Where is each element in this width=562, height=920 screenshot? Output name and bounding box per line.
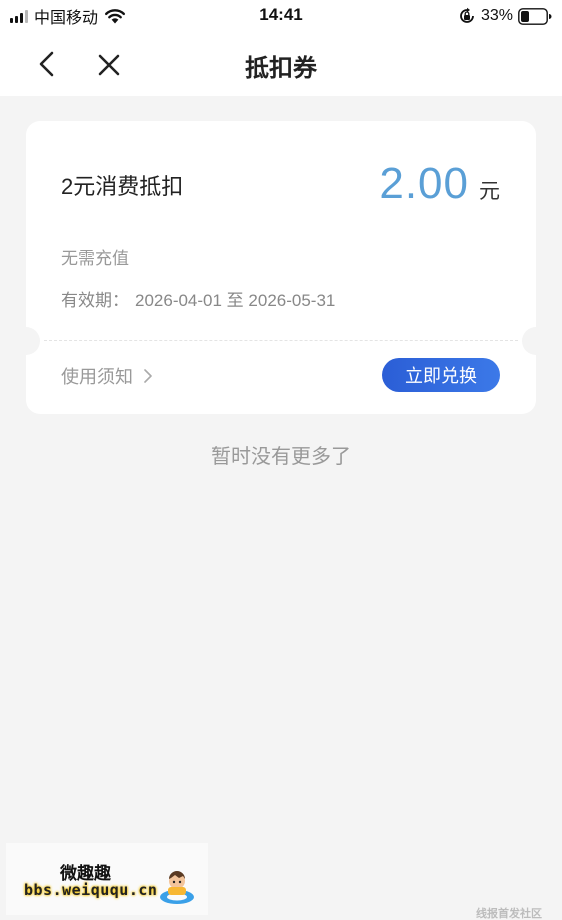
- redeem-button[interactable]: 立即兑换: [382, 358, 500, 392]
- chevron-right-icon: [144, 369, 152, 383]
- coupon-validity: 有效期： 2026-04-01 至 2026-05-31: [61, 286, 335, 311]
- usage-notes-link[interactable]: 使用须知: [61, 363, 153, 389]
- orientation-lock-icon: [460, 7, 474, 23]
- coupon-amount-unit: 元: [479, 180, 500, 203]
- coupon-name: 2元消费抵扣: [61, 174, 184, 199]
- page-title: 抵扣券: [245, 55, 317, 82]
- watermark-url: bbs.weiququ.cn: [24, 881, 158, 899]
- coupon-amount: 2.00 元: [379, 159, 500, 209]
- battery-percentage: 33%: [480, 7, 513, 24]
- list-end-message: 暂时没有更多了: [211, 446, 351, 468]
- battery-icon: [518, 7, 552, 25]
- coupon-amount-value: 2.00: [379, 159, 469, 208]
- nav-bar: 抵扣券: [0, 32, 562, 96]
- dashed-divider: [44, 340, 518, 341]
- ticket-notch-left: [12, 327, 40, 355]
- coupon-card: 2元消费抵扣 2.00 元 无需充值 有效期： 2026-04-01 至 2026…: [12, 121, 550, 414]
- watermark-corner-text: 线报首发社区: [476, 908, 542, 920]
- watermark-logo: 微趣趣 bbs.weiququ.cn: [6, 843, 208, 915]
- validity-range: 2026-04-01 至 2026-05-31: [135, 291, 336, 310]
- status-right: 33%: [458, 5, 552, 27]
- ticket-notch-right: [522, 327, 550, 355]
- validity-label: 有效期：: [61, 291, 129, 310]
- mascot-icon: [160, 871, 194, 904]
- coupon-description: 无需充值: [61, 249, 129, 268]
- usage-notes-label: 使用须知: [61, 367, 133, 387]
- status-bar: 中国移动 14:41 33%: [0, 0, 562, 32]
